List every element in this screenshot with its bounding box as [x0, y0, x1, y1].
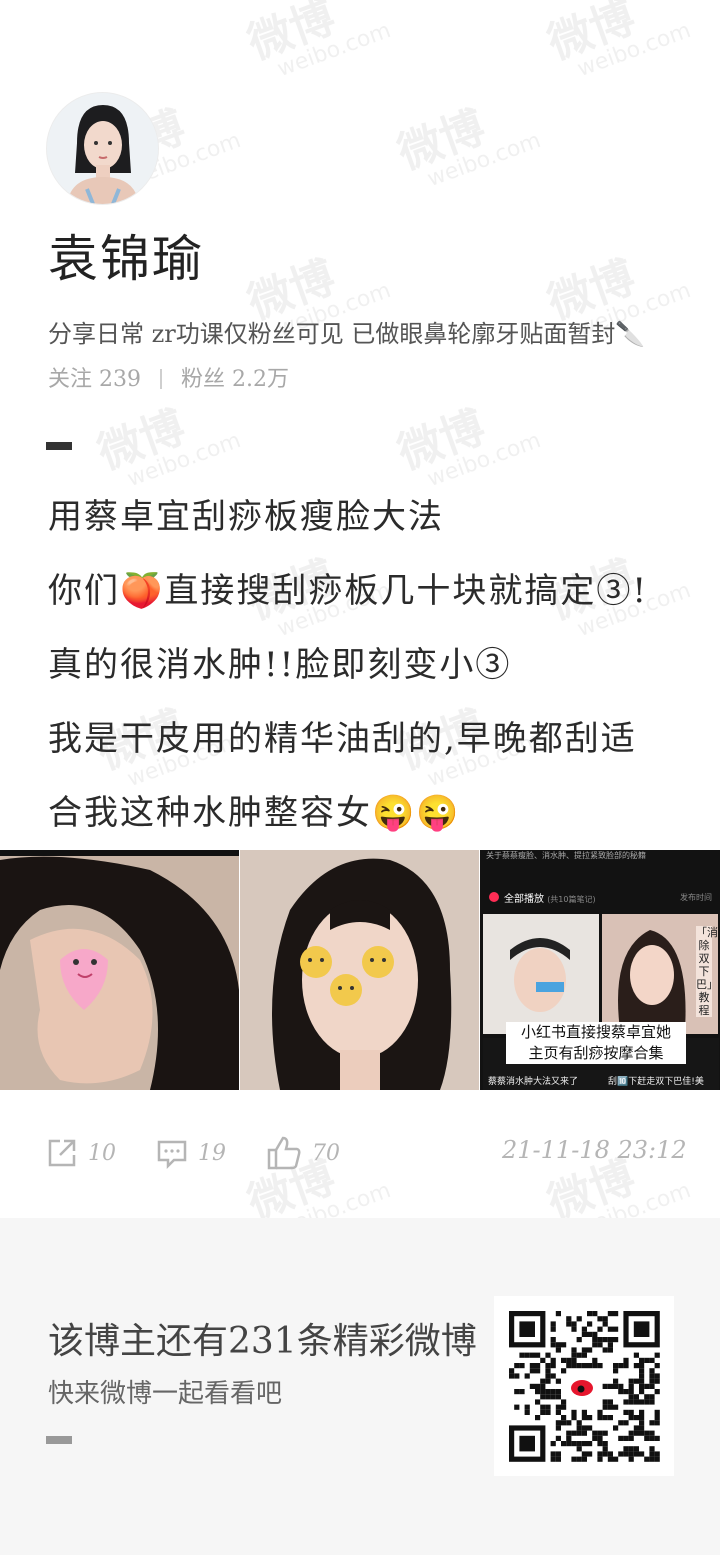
repost-count: 10	[88, 1140, 116, 1166]
screenshot-sort: 发布时间	[680, 893, 712, 902]
post-line: 合我这种水肿整容女😜😜	[48, 793, 461, 833]
post-images: 关于蔡蔡瘦脸、消水肿、提拉紧致脸部的秘籍 全部播放 (共10篇笔记) 发布时间 …	[0, 850, 720, 1090]
comment-button[interactable]: 19	[156, 1130, 226, 1176]
follow-count[interactable]: 239	[99, 367, 141, 392]
screenshot-play-all: 全部播放 (共10篇笔记)	[504, 890, 596, 905]
stats-divider	[160, 369, 163, 389]
qr-code[interactable]	[494, 1296, 674, 1476]
screenshot-caption-left: 蔡蔡消水肿大法又来了	[488, 1077, 579, 1087]
post-date: 21-11-18 23:12	[502, 1136, 687, 1164]
comment-icon	[157, 1140, 187, 1169]
section-divider	[46, 442, 72, 450]
footer-title: 该博主还有231条精彩微博	[48, 1321, 477, 1362]
avatar[interactable]	[46, 92, 159, 205]
qr-code-image	[494, 1296, 674, 1476]
post-text: 用蔡卓宜刮痧板瘦脸大法 你们🍑直接搜刮痧板几十块就搞定③! 真的很消水肿!!脸即…	[48, 480, 688, 850]
screenshot-side-text: 「消除双下巴」教程	[696, 926, 718, 1017]
post-line: 用蔡卓宜刮痧板瘦脸大法	[48, 497, 444, 537]
face-front-photo	[240, 850, 479, 1090]
profile-name[interactable]: 袁锦瑜	[48, 228, 204, 290]
repost-icon	[48, 1139, 76, 1167]
fans-count[interactable]: 2.2万	[232, 367, 289, 392]
play-all-label: 全部播放	[504, 894, 544, 905]
post-image-1[interactable]	[0, 850, 239, 1090]
screenshot-header: 关于蔡蔡瘦脸、消水肿、提拉紧致脸部的秘籍	[486, 851, 646, 860]
thumbs-up-icon	[267, 1136, 301, 1170]
post-image-3[interactable]: 关于蔡蔡瘦脸、消水肿、提拉紧致脸部的秘籍 全部播放 (共10篇笔记) 发布时间 …	[480, 850, 720, 1090]
watermark: 微博weibo.com	[541, 0, 695, 83]
profile-bio: 分享日常 zr功课仅粉丝可见 已做眼鼻轮廓牙贴面暂封🔪	[48, 320, 646, 348]
overlay-line: 小红书直接搜蔡卓宜她	[520, 1023, 671, 1041]
post-line: 你们🍑直接搜刮痧板几十块就搞定③!	[48, 571, 648, 611]
like-count: 70	[312, 1140, 340, 1166]
face-side-photo	[0, 850, 239, 1090]
footer-subtitle: 快来微博一起看看吧	[48, 1379, 283, 1409]
post-line: 我是干皮用的精华油刮的,早晚都刮适	[48, 719, 637, 759]
watermark: 微博weibo.com	[241, 0, 395, 83]
fans-label[interactable]: 粉丝	[181, 367, 225, 392]
post-image-2[interactable]	[240, 850, 479, 1090]
post-line: 真的很消水肿!!脸即刻变小③	[48, 645, 512, 685]
overlay-line: 主页有刮痧按摩合集	[528, 1044, 664, 1062]
comment-count: 19	[198, 1140, 226, 1166]
screenshot-caption-right: 刮🔟下赶走双下巴佳!美	[608, 1077, 704, 1087]
play-count: (共10篇笔记)	[547, 895, 596, 904]
follow-label[interactable]: 关注	[48, 367, 92, 392]
like-button[interactable]: 70	[266, 1130, 340, 1176]
repost-button[interactable]: 10	[46, 1130, 116, 1176]
avatar-image	[47, 93, 158, 204]
watermark: 微博weibo.com	[391, 101, 545, 193]
profile-stats: 关注 239 粉丝 2.2万	[48, 364, 289, 396]
screenshot-overlay: 小红书直接搜蔡卓宜她 主页有刮痧按摩合集	[506, 1022, 686, 1064]
footer-divider	[46, 1436, 72, 1444]
